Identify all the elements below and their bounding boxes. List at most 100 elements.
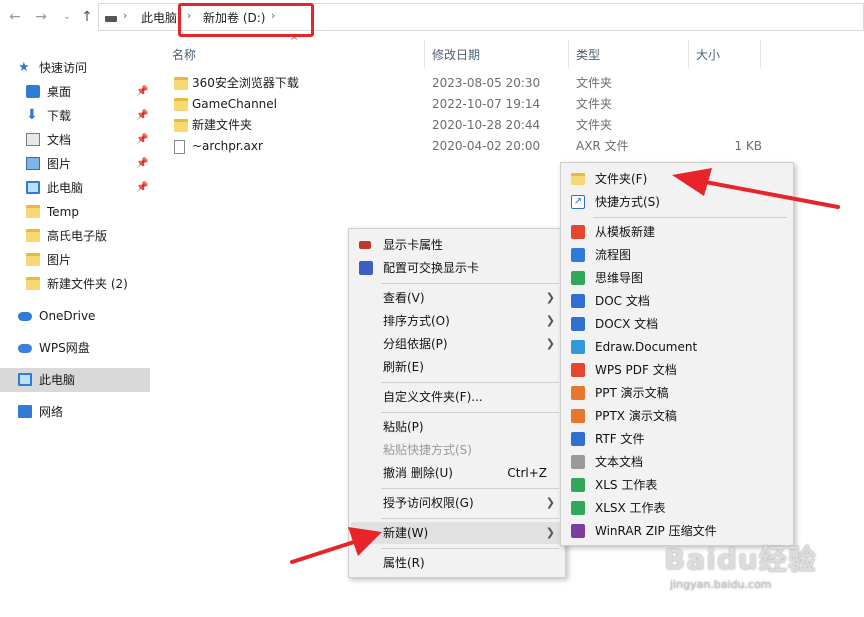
submenu-item-from-template[interactable]: 从模板新建 (563, 221, 791, 243)
sidebar-item-label: 网络 (39, 405, 64, 419)
sidebar-item-new-folder-2[interactable]: 新建文件夹 (2) (0, 272, 150, 296)
highlight-box (178, 3, 314, 37)
menu-item-view[interactable]: 查看(V) ❯ (351, 287, 563, 309)
file-row[interactable]: ~archpr.axr 2020-04-02 20:00 AXR 文件 1 KB (160, 136, 800, 157)
column-header: ^ 名称 修改日期 类型 大小 (160, 36, 864, 68)
menu-item-label: 显示卡属性 (383, 238, 444, 252)
sidebar-item-label: 图片 (47, 157, 72, 171)
sidebar-item-label: OneDrive (39, 309, 96, 323)
menu-separator (593, 217, 787, 218)
menu-item-undo-delete[interactable]: 撤消 删除(U) Ctrl+Z (351, 462, 563, 484)
menu-item-display-properties[interactable]: 显示卡属性 (351, 234, 563, 256)
file-row[interactable]: 新建文件夹 2020-10-28 20:44 文件夹 (160, 115, 800, 136)
submenu-item-folder[interactable]: 文件夹(F) (563, 168, 791, 190)
chevron-right-icon: ❯ (545, 496, 555, 509)
submenu-item-pptx[interactable]: PPTX 演示文稿 (563, 405, 791, 427)
sidebar-item-temp[interactable]: Temp (0, 200, 150, 224)
column-date[interactable]: 修改日期 (432, 46, 480, 63)
menu-item-group-by[interactable]: 分组依据(P) ❯ (351, 333, 563, 355)
sidebar-item-label: 高氏电子版 (47, 229, 108, 243)
file-row[interactable]: 360安全浏览器下载 2023-08-05 20:30 文件夹 (160, 73, 800, 94)
menu-item-label: 从模板新建 (595, 225, 656, 239)
sidebar-item-wps-drive[interactable]: WPS网盘 (0, 336, 150, 360)
sidebar-item-pictures[interactable]: 图片 📌 (0, 152, 150, 176)
arrow-left-icon[interactable]: ← (6, 8, 24, 26)
menu-item-new[interactable]: 新建(W) ❯ (351, 522, 563, 544)
submenu-item-edraw-document[interactable]: Edraw.Document (563, 336, 791, 358)
column-divider[interactable] (688, 40, 689, 68)
sidebar-item-quick-access[interactable]: ★ 快速访问 (0, 56, 150, 80)
sidebar-item-documents[interactable]: 文档 📌 (0, 128, 150, 152)
submenu-item-rtf[interactable]: RTF 文件 (563, 428, 791, 450)
menu-item-sort-by[interactable]: 排序方式(O) ❯ (351, 310, 563, 332)
sidebar-item-label: 新建文件夹 (2) (47, 277, 128, 291)
computer-icon (18, 373, 32, 386)
sidebar-item-network[interactable]: 网络 (0, 400, 150, 424)
submenu-item-wps-pdf[interactable]: WPS PDF 文档 (563, 359, 791, 381)
file-name: 新建文件夹 (192, 118, 253, 132)
column-type[interactable]: 类型 (576, 46, 600, 63)
chevron-down-icon[interactable]: ⌄ (58, 8, 76, 26)
submenu-item-text-document[interactable]: 文本文档 (563, 451, 791, 473)
file-type: AXR 文件 (576, 139, 629, 153)
submenu-item-shortcut[interactable]: ↗ 快捷方式(S) (563, 191, 791, 213)
pin-icon: 📌 (136, 158, 149, 169)
column-size[interactable]: 大小 (696, 46, 720, 63)
menu-item-label: 排序方式(O) (383, 314, 450, 328)
submenu-item-mind-map[interactable]: 思维导图 (563, 267, 791, 289)
menu-item-label: 思维导图 (595, 271, 644, 285)
folder-icon (174, 119, 188, 132)
watermark: Baidu经验 jingyan.baidu.com (664, 522, 864, 594)
arrow-right-icon[interactable]: → (32, 8, 50, 26)
column-divider[interactable] (424, 40, 425, 68)
graphics-card-icon (359, 261, 373, 275)
menu-separator (381, 488, 559, 489)
sidebar-item-desktop[interactable]: 桌面 📌 (0, 80, 150, 104)
sidebar-item-downloads[interactable]: ⬇ 下载 📌 (0, 104, 150, 128)
sidebar-item-gaoshi[interactable]: 高氏电子版 (0, 224, 150, 248)
menu-item-customize-folder[interactable]: 自定义文件夹(F)... (351, 386, 563, 408)
file-name: 360安全浏览器下载 (192, 76, 299, 90)
breadcrumb-separator: › (123, 9, 128, 22)
column-divider[interactable] (568, 40, 569, 68)
column-name[interactable]: 名称 (172, 46, 196, 63)
file-row[interactable]: GameChannel 2022-10-07 19:14 文件夹 (160, 94, 800, 115)
submenu-item-ppt[interactable]: PPT 演示文稿 (563, 382, 791, 404)
menu-item-paste[interactable]: 粘贴(P) (351, 416, 563, 438)
folder-icon (174, 77, 188, 90)
submenu-item-docx[interactable]: DOCX 文档 (563, 313, 791, 335)
menu-item-give-access[interactable]: 授予访问权限(G) ❯ (351, 492, 563, 514)
menu-item-properties[interactable]: 属性(R) (351, 552, 563, 574)
menu-item-label: RTF 文件 (595, 432, 645, 446)
pin-icon: 📌 (136, 182, 149, 193)
context-menu: 显示卡属性 配置可交换显示卡 查看(V) ❯ 排序方式(O) ❯ 分组依据(P)… (348, 228, 566, 578)
arrow-up-icon[interactable]: ↑ (78, 8, 96, 26)
chevron-right-icon: ❯ (545, 526, 555, 539)
submenu-item-flowchart[interactable]: 流程图 (563, 244, 791, 266)
folder-icon (26, 277, 40, 290)
sidebar-item-this-pc-pinned[interactable]: 此电脑 📌 (0, 176, 150, 200)
file-type: 文件夹 (576, 97, 613, 111)
submenu-item-xlsx[interactable]: XLSX 工作表 (563, 497, 791, 519)
pin-icon: 📌 (136, 134, 149, 145)
rtf-icon (571, 432, 585, 446)
menu-item-label: 刷新(E) (383, 360, 424, 374)
submenu-item-xls[interactable]: XLS 工作表 (563, 474, 791, 496)
submenu-item-doc[interactable]: DOC 文档 (563, 290, 791, 312)
sidebar-item-this-pc[interactable]: 此电脑 (0, 368, 150, 392)
column-divider[interactable] (760, 40, 761, 68)
sidebar-item-label: 此电脑 (47, 181, 84, 195)
file-name: ~archpr.axr (192, 139, 263, 153)
menu-item-switchable-graphics[interactable]: 配置可交换显示卡 (351, 257, 563, 279)
navigation-bar: ← → ⌄ ↑ › 此电脑 › 新加卷 (D:) › (0, 0, 864, 37)
mind-map-icon (571, 271, 585, 285)
breadcrumb-this-pc[interactable]: 此电脑 (141, 9, 177, 26)
chevron-right-icon: ❯ (545, 337, 555, 350)
cloud-icon (18, 312, 32, 321)
computer-icon (26, 181, 40, 194)
sidebar-item-pictures-folder[interactable]: 图片 (0, 248, 150, 272)
menu-item-refresh[interactable]: 刷新(E) (351, 356, 563, 378)
docx-icon (571, 317, 585, 331)
sidebar-item-onedrive[interactable]: OneDrive (0, 304, 150, 328)
folder-icon (26, 253, 40, 266)
